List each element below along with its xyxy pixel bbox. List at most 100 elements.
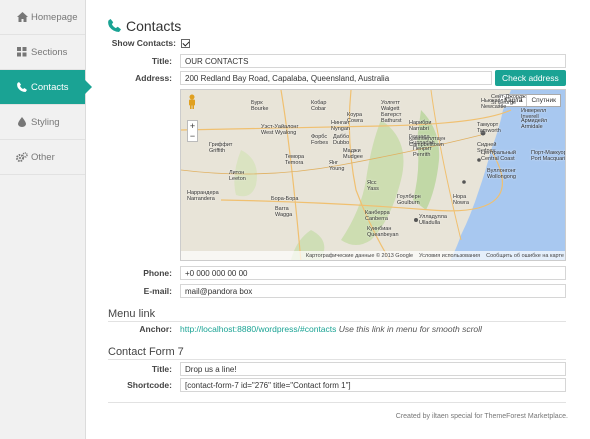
map-place-sub: Port Macquarie (531, 156, 566, 162)
map-place-label: Вагга Wagga (275, 206, 292, 218)
map-place-sub: Bourke (251, 106, 269, 112)
map-place-label: Темора Temora (285, 154, 304, 166)
cf-title-row: Title: Drop us a line! (108, 362, 566, 376)
map-place-label: Нора Nowra (453, 194, 469, 206)
map-place-label: Бора-Бора (271, 196, 298, 202)
gears-icon (16, 151, 28, 163)
home-icon (16, 11, 28, 23)
map-place-label: Маджи Mudgee (343, 148, 363, 160)
map-place-label: Куинбиан Queanbeyan (367, 226, 399, 238)
sidebar-item-label: Contacts (31, 81, 69, 93)
title-input[interactable]: OUR CONTACTS (180, 54, 566, 68)
map-place-label: Порт-Маккуори Port Macquarie (531, 150, 566, 162)
map-place-label: Нарибри Narrabri (409, 120, 431, 132)
divider (108, 359, 566, 360)
map-place-sub: Ulladulla (419, 220, 441, 226)
map-place-label: Вуллонгонг Wollongong (487, 168, 516, 180)
title-label: Title: (151, 56, 172, 66)
page-title-text: Contacts (126, 18, 182, 34)
zoom-in-button[interactable]: + (190, 121, 195, 131)
address-input[interactable]: 200 Redland Bay Road, Capalaba, Queensla… (180, 71, 492, 85)
map-place-label: Форбс Forbes (311, 134, 328, 146)
phone-row: Phone: +0 000 000 00 00 (108, 266, 566, 280)
map-place-label: Тамуорт Tamworth (477, 122, 501, 134)
map-place-sub: Temora (285, 160, 304, 166)
divider (108, 321, 566, 322)
map-place-sub: Central Coast (481, 156, 515, 162)
phone-icon (108, 19, 122, 33)
shortcode-input[interactable]: [contact-form-7 id="276" title="Contact … (180, 378, 566, 392)
sidebar: Homepage Sections Contacts Styling Other (0, 0, 92, 439)
map-place-label: Армидейл Armidale (521, 118, 547, 130)
show-contacts-checkbox[interactable] (181, 38, 190, 48)
phone-input[interactable]: +0 000 000 00 00 (180, 266, 566, 280)
map-place-sub: Queanbeyan (367, 232, 399, 238)
map-place-sub: Narrandera (187, 196, 215, 202)
check-address-button[interactable]: Check address (495, 70, 566, 86)
anchor-label: Anchor: (139, 324, 172, 334)
sidebar-item-other[interactable]: Other (0, 140, 85, 175)
map-place-label: Бурк Bourke (251, 100, 268, 112)
contact-form-heading: Contact Form 7 (108, 346, 184, 358)
title-row: Title: OUR CONTACTS (108, 54, 566, 68)
footer-credit: Created by iltaen special for ThemeFores… (395, 413, 568, 420)
sidebar-item-label: Homepage (31, 11, 78, 23)
map-place-label: Янг Young (329, 160, 344, 172)
map-place-sub: Bathurst (381, 118, 402, 124)
anchor-link[interactable]: http://localhost:8880/wordpress/#contact… (180, 324, 336, 334)
cf-title-label: Title: (151, 364, 172, 374)
map-place-label: Наррандера Narrandera (187, 190, 219, 202)
map-place-sub: West Wyalong (261, 130, 297, 136)
sidebar-item-contacts[interactable]: Contacts (0, 70, 92, 105)
cf-title-input[interactable]: Drop us a line! (180, 362, 566, 376)
map-place-name: Бора-Бора (271, 196, 299, 202)
map-place-sub: Newcastle (481, 104, 507, 110)
email-label: E-mail: (143, 286, 172, 296)
email-input[interactable]: mail@pandora box (180, 284, 566, 298)
map-place-sub: Nyngan (331, 126, 350, 132)
sidebar-item-styling[interactable]: Styling (0, 105, 85, 140)
map-report-link[interactable]: Сообщить об ошибке на карте (486, 253, 564, 259)
map-place-label: Уэст-Уайалонг West Wyalong (261, 124, 298, 136)
map-place-sub: Young (329, 166, 345, 172)
map-place-label: Кэмпбеллтаун Campbelltown (409, 136, 445, 148)
map-place-label: Ясс Yass (367, 180, 379, 192)
page-title: Contacts (108, 18, 181, 34)
map-place-sub: Yass (367, 186, 379, 192)
map-place-sub: Forbes (311, 140, 329, 146)
map-attribution-bar: Картографические данные © 2013 Google Ус… (181, 251, 565, 260)
map-place-label: Литон Leeton (229, 170, 246, 182)
map-place-label: Гриффит Griffith (209, 142, 232, 154)
zoom-out-button[interactable]: − (190, 131, 195, 141)
map-place-sub: Goulburn (397, 200, 420, 206)
map-place-sub: Nowra (453, 200, 469, 206)
email-row: E-mail: mail@pandora box (108, 284, 566, 298)
address-label: Address: (135, 73, 172, 83)
menu-link-heading: Menu link (108, 308, 156, 320)
sidebar-item-homepage[interactable]: Homepage (0, 0, 85, 35)
grid-icon (16, 46, 28, 58)
map-place-label: Батерст Bathurst (381, 112, 401, 124)
map-place-sub: Wagga (275, 212, 293, 218)
map-place-sub: Cowra (347, 118, 363, 124)
map-attribution: Картографические данные © 2013 Google (305, 252, 414, 259)
show-contacts-row: Show Contacts: (108, 38, 566, 48)
map-place-label: Ньюкасл Newcastle (481, 98, 506, 110)
map-place-sub: Penrith (413, 152, 431, 158)
sidebar-item-sections[interactable]: Sections (0, 35, 85, 70)
google-map[interactable]: + − Карта Спутник Сент-Джордж St George Ин… (180, 89, 566, 261)
address-row: Address: 200 Redland Bay Road, Capalaba,… (108, 70, 566, 86)
map-place-label: Центральный Central Coast (481, 150, 516, 162)
map-place-sub: Leeton (229, 176, 246, 182)
pegman-icon[interactable] (187, 94, 197, 110)
map-place-sub: Armidale (521, 124, 543, 130)
anchor-row: Anchor: http://localhost:8880/wordpress/… (108, 324, 566, 334)
map-type-satellite-button[interactable]: Спутник (527, 95, 560, 106)
map-place-sub: Dubbo (333, 140, 350, 146)
shortcode-row: Shortcode: [contact-form-7 id="276" titl… (108, 378, 566, 392)
map-terms-link[interactable]: Условия использования (419, 253, 480, 259)
map-place-label: Канберра Canberra (365, 210, 390, 222)
map-place-sub: Narrabri (409, 126, 429, 132)
anchor-note: Use this link in menu for smooth scroll (338, 324, 482, 334)
map-place-sub: Griffith (209, 148, 226, 154)
